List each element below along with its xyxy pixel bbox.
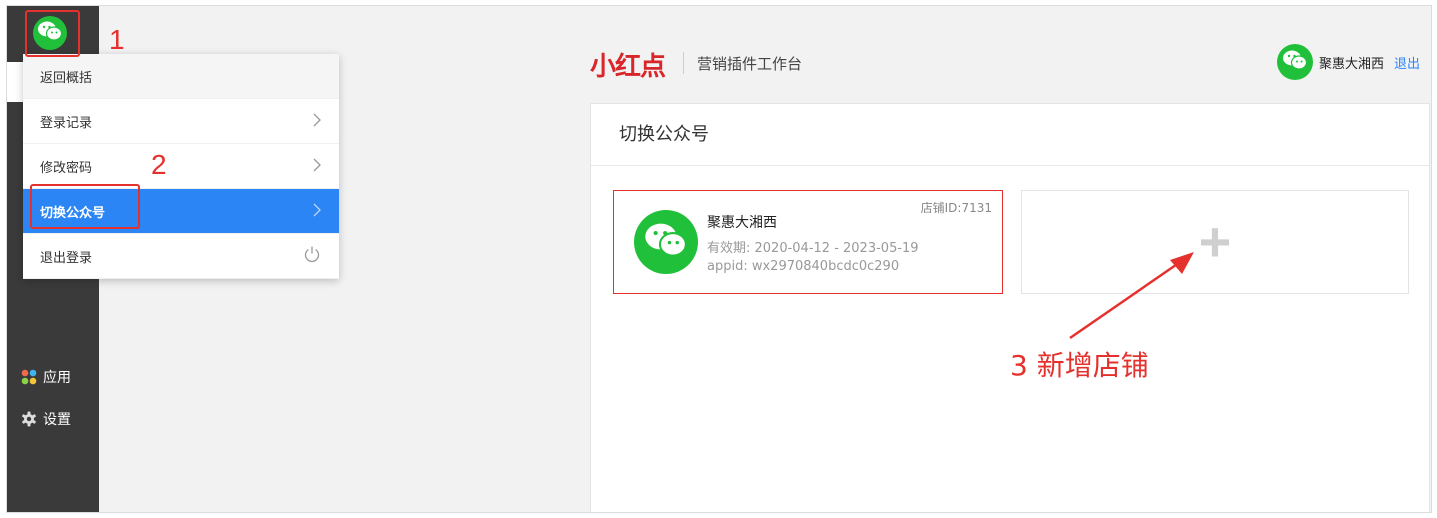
app-window: 应用 设置 小红点 营销插件工作台 聚惠大湘西 退出 切换公众号 店铺ID:71… (6, 5, 1432, 513)
brand-logo: 小红点 (590, 51, 666, 81)
wechat-icon (643, 221, 689, 263)
annotation-box-1 (25, 10, 80, 57)
annotation-step-1: 1 (109, 24, 125, 55)
user-area: 聚惠大湘西 退出 (1277, 44, 1420, 80)
annotation-arrow-icon (1069, 252, 1194, 340)
menu-item-label: 登录记录 (40, 115, 93, 131)
logout-link[interactable]: 退出 (1394, 53, 1420, 72)
account-name: 聚惠大湘西 (707, 215, 777, 231)
apps-icon (21, 369, 37, 385)
annotation-box-2 (30, 184, 140, 229)
user-name: 聚惠大湘西 (1319, 56, 1385, 72)
menu-item-label: 返回概括 (40, 70, 93, 86)
switch-account-panel: 切换公众号 店铺ID:7131 聚惠大湘西 有效期: 2020-04-12 - … (590, 103, 1430, 512)
menu-item-label: 修改密码 (40, 160, 93, 176)
chevron-right-icon (313, 202, 321, 221)
plus-icon: + (1198, 210, 1232, 273)
store-id: 店铺ID:7131 (920, 201, 992, 215)
account-card[interactable]: 店铺ID:7131 聚惠大湘西 有效期: 2020-04-12 - 2023-0… (613, 190, 1003, 294)
sidebar-item-apps[interactable]: 应用 (21, 367, 71, 387)
header-subtitle: 营销插件工作台 (697, 55, 803, 73)
annotation-step-2: 2 (151, 149, 167, 180)
gear-icon (21, 411, 37, 427)
sidebar-item-label: 应用 (43, 370, 71, 386)
header-divider (683, 52, 684, 74)
chevron-right-icon (313, 112, 321, 131)
wechat-icon (1282, 49, 1308, 75)
user-avatar[interactable] (1277, 44, 1313, 80)
menu-item-back-overview[interactable]: 返回概括 (23, 54, 339, 99)
menu-item-label: 退出登录 (40, 250, 93, 266)
account-dropdown-menu: 返回概括 登录记录 修改密码 切换公众号 退出登录 (23, 54, 339, 279)
chevron-right-icon (313, 157, 321, 176)
panel-title: 切换公众号 (591, 104, 1429, 166)
account-appid: appid: wx2970840bcdc0c290 (707, 259, 900, 274)
menu-item-logout[interactable]: 退出登录 (23, 234, 339, 279)
sidebar-item-label: 设置 (43, 412, 71, 428)
menu-item-change-password[interactable]: 修改密码 (23, 144, 339, 189)
menu-item-login-records[interactable]: 登录记录 (23, 99, 339, 144)
account-avatar (634, 210, 698, 274)
annotation-step-3: 3 新增店铺 (1010, 349, 1149, 382)
power-icon (303, 245, 321, 267)
account-validity: 有效期: 2020-04-12 - 2023-05-19 (707, 241, 919, 256)
sidebar-item-settings[interactable]: 设置 (21, 409, 71, 429)
